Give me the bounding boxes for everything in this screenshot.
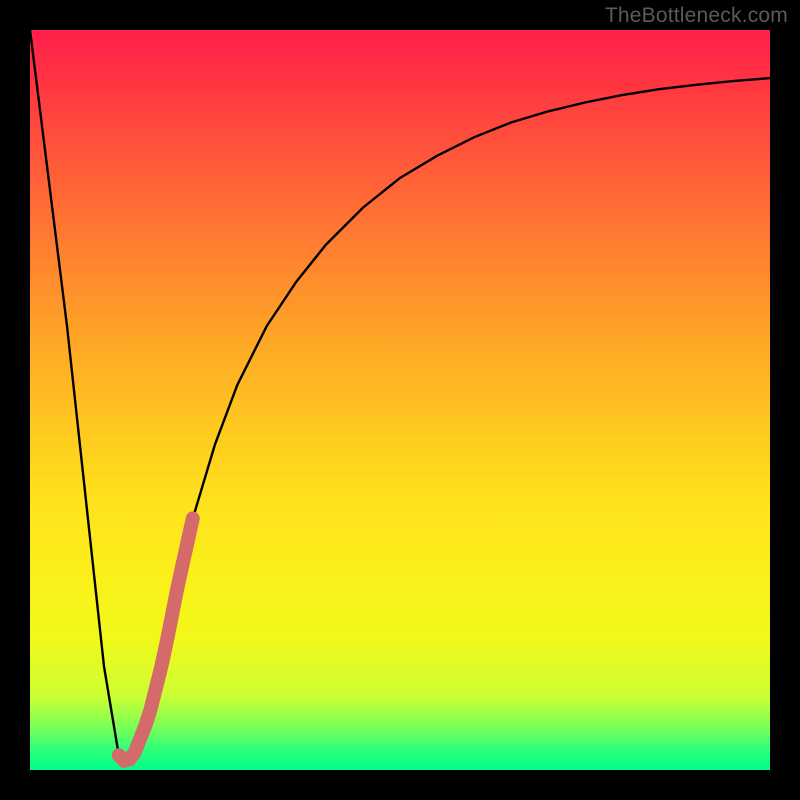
bottleneck-curve	[30, 30, 770, 763]
plot-area	[30, 30, 770, 770]
chart-frame: TheBottleneck.com	[0, 0, 800, 800]
highlight-segment	[119, 518, 193, 760]
curve-layer	[30, 30, 770, 770]
attribution-label: TheBottleneck.com	[605, 4, 788, 28]
